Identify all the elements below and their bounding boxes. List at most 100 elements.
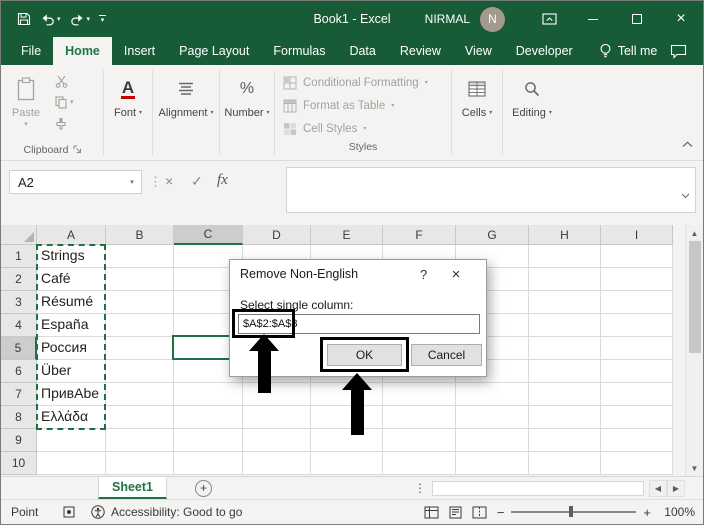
- ok-button[interactable]: OK: [327, 344, 402, 366]
- zoom-out-button[interactable]: −: [497, 505, 505, 520]
- cell-A6[interactable]: Über: [37, 360, 106, 383]
- cell-A8[interactable]: Ελλάδα: [37, 406, 106, 429]
- row-header-9[interactable]: 9: [1, 429, 37, 452]
- cell-G7[interactable]: [456, 383, 529, 406]
- cell-I4[interactable]: [601, 314, 673, 337]
- cell-H7[interactable]: [529, 383, 601, 406]
- expand-formula-bar-icon[interactable]: [681, 186, 690, 204]
- cell-F10[interactable]: [383, 452, 456, 475]
- row-header-8[interactable]: 8: [1, 406, 37, 429]
- cell-I6[interactable]: [601, 360, 673, 383]
- cell-F9[interactable]: [383, 429, 456, 452]
- vertical-scrollbar[interactable]: ▲ ▼: [685, 225, 703, 476]
- page-break-view-icon[interactable]: [472, 506, 487, 519]
- cell-A4[interactable]: España: [37, 314, 106, 337]
- select-all-button[interactable]: [1, 225, 37, 245]
- zoom-level[interactable]: 100%: [661, 505, 695, 519]
- cell-G8[interactable]: [456, 406, 529, 429]
- number-menu-button[interactable]: % Number▾: [220, 65, 274, 160]
- cell-I8[interactable]: [601, 406, 673, 429]
- row-header-1[interactable]: 1: [1, 245, 37, 268]
- confirm-entry-icon[interactable]: ✓: [191, 173, 203, 190]
- column-header-a[interactable]: A: [37, 225, 106, 245]
- insert-function-button[interactable]: fx: [217, 172, 228, 189]
- zoom-in-button[interactable]: +: [643, 505, 651, 520]
- vertical-scroll-thumb[interactable]: [689, 241, 701, 353]
- cell-I7[interactable]: [601, 383, 673, 406]
- cell-E9[interactable]: [311, 429, 383, 452]
- paste-button[interactable]: Paste ▾: [3, 65, 49, 142]
- accessibility-status[interactable]: Accessibility: Good to go: [91, 505, 242, 519]
- clipboard-group-label[interactable]: Clipboard: [3, 142, 103, 160]
- column-header-b[interactable]: B: [106, 225, 174, 245]
- dialog-launcher-icon[interactable]: [73, 145, 82, 154]
- formula-bar-grip-icon[interactable]: ⋮: [149, 174, 162, 190]
- format-painter-button[interactable]: [49, 115, 99, 131]
- new-sheet-button[interactable]: +: [195, 480, 212, 497]
- name-box[interactable]: A2 ▾: [9, 170, 142, 194]
- cell-A1[interactable]: Strings: [37, 245, 106, 268]
- horizontal-scroll-track[interactable]: [432, 481, 644, 496]
- cells-menu-button[interactable]: Cells▾: [452, 65, 502, 160]
- cell-I1[interactable]: [601, 245, 673, 268]
- cell-D9[interactable]: [243, 429, 311, 452]
- column-header-g[interactable]: G: [456, 225, 529, 245]
- cell-B9[interactable]: [106, 429, 174, 452]
- cell-A7[interactable]: ПривAbe: [37, 383, 106, 406]
- cell-A10[interactable]: [37, 452, 106, 475]
- row-header-7[interactable]: 7: [1, 383, 37, 406]
- redo-caret-icon[interactable]: ▾: [87, 16, 91, 23]
- ribbon-display-options-button[interactable]: [527, 1, 571, 37]
- collapse-ribbon-button[interactable]: [682, 135, 693, 153]
- cell-C9[interactable]: [174, 429, 243, 452]
- copy-button[interactable]: ▾: [49, 94, 99, 110]
- ribbon-tab-formulas[interactable]: Formulas: [261, 37, 337, 65]
- row-header-5[interactable]: 5: [1, 337, 37, 360]
- cell-F8[interactable]: [383, 406, 456, 429]
- cell-E7[interactable]: [311, 383, 383, 406]
- user-name[interactable]: NIRMAL: [425, 12, 470, 26]
- scroll-left-icon[interactable]: ◀: [649, 480, 667, 497]
- scroll-right-icon[interactable]: ▶: [667, 480, 685, 497]
- column-header-d[interactable]: D: [243, 225, 311, 245]
- row-header-6[interactable]: 6: [1, 360, 37, 383]
- cell-C10[interactable]: [174, 452, 243, 475]
- cell-H4[interactable]: [529, 314, 601, 337]
- column-header-c[interactable]: C: [174, 225, 243, 245]
- cell-H5[interactable]: [529, 337, 601, 360]
- maximize-button[interactable]: [615, 1, 659, 37]
- scroll-down-icon[interactable]: ▼: [686, 460, 703, 476]
- save-button[interactable]: [17, 12, 31, 26]
- ribbon-tab-view[interactable]: View: [453, 37, 504, 65]
- cell-H9[interactable]: [529, 429, 601, 452]
- customize-qat-button[interactable]: ▾: [99, 15, 106, 24]
- comments-button[interactable]: [670, 37, 703, 65]
- sheet-tab-sheet1[interactable]: Sheet1: [98, 477, 167, 499]
- cancel-entry-icon[interactable]: ×: [165, 173, 173, 189]
- cell-A9[interactable]: [37, 429, 106, 452]
- cell-H6[interactable]: [529, 360, 601, 383]
- cell-H1[interactable]: [529, 245, 601, 268]
- column-header-h[interactable]: H: [529, 225, 601, 245]
- row-header-3[interactable]: 3: [1, 291, 37, 314]
- conditional-formatting-button[interactable]: Conditional Formatting ▾: [283, 73, 451, 93]
- cell-C8[interactable]: [174, 406, 243, 429]
- zoom-slider[interactable]: [511, 511, 636, 513]
- undo-button[interactable]: ▾: [40, 13, 61, 26]
- cell-B7[interactable]: [106, 383, 174, 406]
- format-as-table-button[interactable]: Format as Table ▾: [283, 96, 451, 116]
- cell-H2[interactable]: [529, 268, 601, 291]
- cell-B5[interactable]: [106, 337, 174, 360]
- row-header-4[interactable]: 4: [1, 314, 37, 337]
- cell-D7[interactable]: [243, 383, 311, 406]
- ribbon-tab-developer[interactable]: Developer: [504, 37, 585, 65]
- close-button[interactable]: ×: [659, 1, 703, 37]
- redo-button[interactable]: ▾: [70, 13, 91, 26]
- column-range-input[interactable]: [238, 314, 480, 334]
- scroll-up-icon[interactable]: ▲: [686, 225, 703, 241]
- ribbon-tab-file[interactable]: File: [9, 37, 53, 65]
- name-box-caret-icon[interactable]: ▾: [123, 178, 141, 186]
- normal-view-icon[interactable]: [424, 506, 439, 519]
- cell-I2[interactable]: [601, 268, 673, 291]
- cell-G9[interactable]: [456, 429, 529, 452]
